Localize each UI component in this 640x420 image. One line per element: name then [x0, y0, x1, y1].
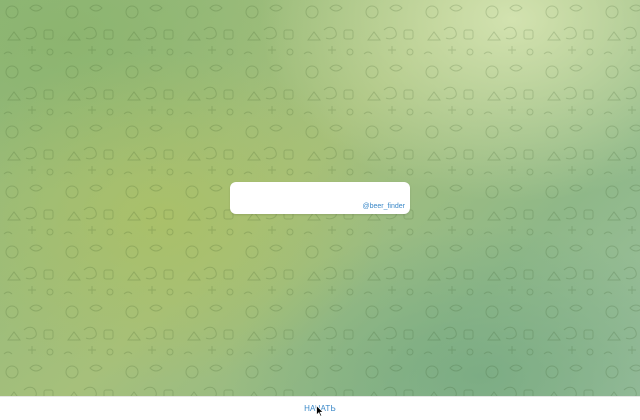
- chat-window: @beer_finder Начать: [0, 0, 640, 420]
- bot-username[interactable]: @beer_finder: [362, 203, 405, 210]
- bot-description-card: @beer_finder: [230, 182, 410, 214]
- chat-background: @beer_finder: [0, 0, 640, 396]
- mouse-pointer-icon: [316, 405, 324, 417]
